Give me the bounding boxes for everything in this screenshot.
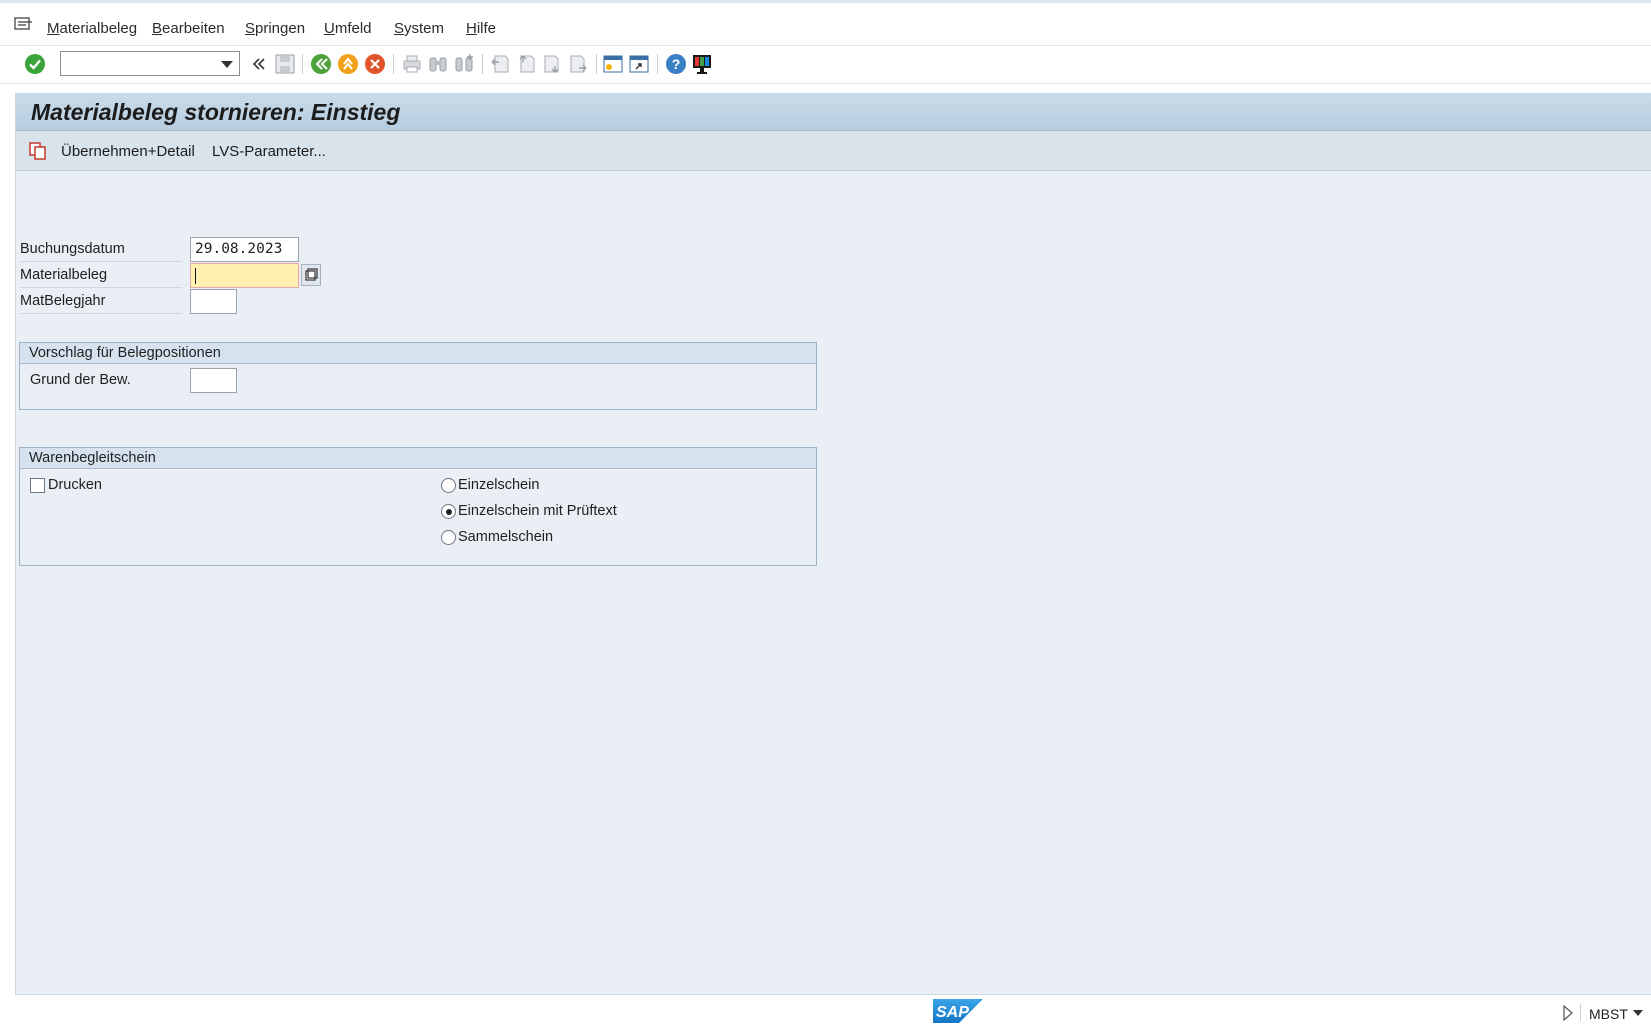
grund-field[interactable] — [190, 368, 237, 393]
collapse-icon[interactable] — [246, 52, 270, 76]
menu-materialbeleg[interactable]: Materialbeleg — [47, 20, 137, 37]
toolbar-separator — [482, 54, 483, 74]
find-icon[interactable] — [426, 52, 450, 76]
svg-text:?: ? — [672, 56, 681, 72]
buchungsdatum-field[interactable]: 29.08.2023 — [190, 237, 299, 262]
group-vorschlag: Vorschlag für Belegpositionen Grund der … — [19, 342, 817, 410]
toolbar-separator — [302, 54, 303, 74]
main-screen: Materialbeleg stornieren: Einstieg Übern… — [15, 93, 1651, 995]
expand-status-icon[interactable] — [1562, 1005, 1574, 1021]
toolbar-separator — [393, 54, 394, 74]
save-icon[interactable] — [273, 52, 297, 76]
buchungsdatum-label: Buchungsdatum — [20, 236, 182, 262]
status-separator — [1580, 1004, 1581, 1021]
matbelegjahr-label: MatBelegjahr — [20, 288, 182, 314]
chevron-down-icon[interactable] — [221, 61, 233, 68]
group-warenbegleitschein: Warenbegleitschein Drucken Einzelschein … — [19, 447, 817, 566]
find-next-icon[interactable] — [452, 52, 476, 76]
help-icon[interactable]: ? — [664, 52, 688, 76]
value-help-icon — [305, 268, 318, 281]
radio-einzelschein[interactable] — [441, 478, 456, 493]
menu-springen[interactable]: Springen — [245, 20, 305, 37]
menu-umfeld[interactable]: Umfeld — [324, 20, 372, 37]
toolbar-separator — [657, 54, 658, 74]
value-help-button[interactable] — [301, 264, 321, 286]
command-field[interactable] — [60, 51, 240, 76]
drucken-checkbox[interactable] — [30, 478, 45, 493]
menu-bar: Materialbeleg Bearbeiten Springen Umfeld… — [0, 0, 1651, 46]
transaction-code[interactable]: MBST — [1589, 1006, 1628, 1022]
copy-detail-icon[interactable] — [28, 141, 48, 161]
menu-system[interactable]: System — [394, 20, 444, 37]
standard-toolbar: ? — [0, 46, 1651, 84]
text-cursor — [195, 268, 196, 284]
shortcut-icon[interactable] — [627, 52, 651, 76]
toolbar-separator — [596, 54, 597, 74]
radio-sammelschein[interactable] — [441, 530, 456, 545]
group-waren-title: Warenbegleitschein — [20, 448, 816, 469]
matbelegjahr-field[interactable] — [190, 289, 237, 314]
back-icon[interactable] — [309, 52, 333, 76]
prev-page-icon[interactable] — [514, 52, 538, 76]
menu-toggle-icon[interactable] — [14, 16, 34, 32]
last-page-icon[interactable] — [566, 52, 590, 76]
first-page-icon[interactable] — [488, 52, 512, 76]
new-session-icon[interactable] — [601, 52, 625, 76]
enter-icon[interactable] — [23, 52, 47, 76]
materialbeleg-label: Materialbeleg — [20, 262, 182, 288]
radio-einzelschein-prueftext[interactable] — [441, 504, 456, 519]
exit-icon[interactable] — [336, 52, 360, 76]
menu-bearbeiten[interactable]: Bearbeiten — [152, 20, 225, 37]
sap-logo: SAP — [933, 999, 983, 1023]
chevron-down-icon[interactable] — [1633, 1010, 1643, 1016]
sammelschein-label: Sammelschein — [458, 529, 554, 545]
cancel-icon[interactable] — [363, 52, 387, 76]
application-toolbar: Übernehmen+Detail LVS-Parameter... — [16, 131, 1651, 171]
einzelschein-label: Einzelschein — [458, 477, 540, 493]
status-bar: SAP MBST — [0, 995, 1651, 1029]
customize-layout-icon[interactable] — [690, 52, 714, 76]
title-bar: Materialbeleg stornieren: Einstieg — [16, 93, 1651, 131]
print-icon[interactable] — [400, 52, 424, 76]
next-page-icon[interactable] — [540, 52, 564, 76]
drucken-label: Drucken — [48, 477, 102, 493]
page-title: Materialbeleg stornieren: Einstieg — [31, 99, 401, 125]
grund-label: Grund der Bew. — [30, 372, 131, 388]
group-vorschlag-title: Vorschlag für Belegpositionen — [20, 343, 816, 364]
svg-text:SAP: SAP — [936, 1004, 969, 1021]
einzelschein-prueftext-label: Einzelschein mit Prüftext — [458, 503, 617, 519]
lvs-parameter-button[interactable]: LVS-Parameter... — [212, 143, 326, 160]
uebernehmen-detail-button[interactable]: Übernehmen+Detail — [61, 143, 195, 160]
materialbeleg-field[interactable] — [190, 263, 299, 288]
menu-hilfe[interactable]: Hilfe — [466, 20, 496, 37]
